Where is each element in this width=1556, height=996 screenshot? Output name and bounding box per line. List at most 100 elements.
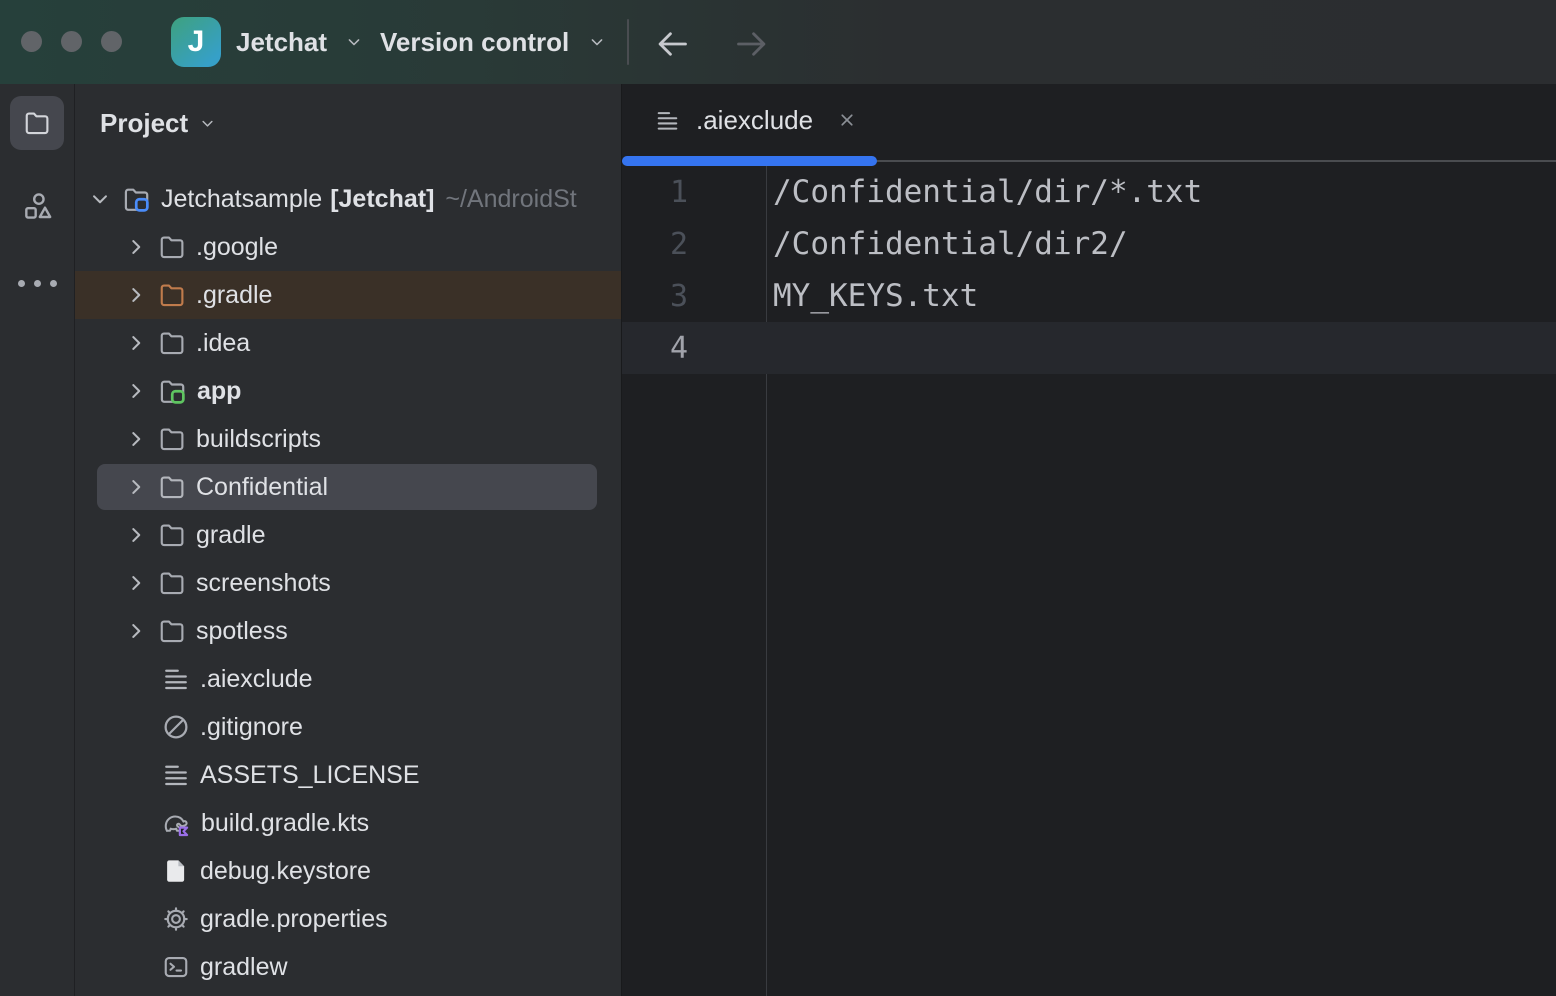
tree-row-google[interactable]: .google — [75, 223, 621, 271]
module-folder-icon — [157, 376, 188, 407]
line-number: 1 — [622, 175, 766, 210]
code-text: MY_KEYS.txt — [766, 278, 978, 314]
project-tool-button[interactable] — [10, 96, 64, 150]
project-tree: Jetchatsample [Jetchat] ~/AndroidSt .goo… — [75, 175, 621, 991]
code-line-current[interactable]: 4 — [622, 322, 1556, 374]
folder-icon — [157, 328, 187, 358]
gradle-kts-file-icon — [161, 808, 192, 839]
window-controls — [21, 31, 122, 52]
vcs-widget[interactable]: Version control — [380, 16, 607, 68]
chevron-right-icon[interactable] — [123, 330, 149, 356]
tree-row-build-gradle-kts[interactable]: build.gradle.kts — [75, 799, 621, 847]
traffic-light-zoom[interactable] — [101, 31, 122, 52]
tree-item-label: debug.keystore — [200, 857, 371, 886]
chevron-right-icon[interactable] — [123, 522, 149, 548]
more-tool-windows-button[interactable] — [10, 256, 64, 310]
gear-icon — [161, 904, 191, 934]
resource-manager-tool-button[interactable] — [10, 178, 64, 232]
editor-content[interactable]: 1 /Confidential/dir/*.txt 2 /Confidentia… — [622, 166, 1556, 374]
chevron-right-icon[interactable] — [123, 234, 149, 260]
tree-row-assets-license[interactable]: ASSETS_LICENSE — [75, 751, 621, 799]
chevron-right-icon[interactable] — [123, 474, 149, 500]
tree-row-screenshots[interactable]: screenshots — [75, 559, 621, 607]
navigate-forward-button[interactable] — [730, 22, 774, 66]
tree-item-label: .gitignore — [200, 713, 303, 742]
line-number: 4 — [622, 331, 766, 366]
chevron-right-icon[interactable] — [123, 570, 149, 596]
tree-row-debug-keystore[interactable]: debug.keystore — [75, 847, 621, 895]
editor-tab-aiexclude[interactable]: .aiexclude — [622, 84, 880, 156]
text-file-icon — [161, 664, 191, 694]
project-path-label: ~/AndroidSt — [445, 185, 576, 214]
tree-item-label: .google — [196, 233, 278, 262]
module-name-label: [Jetchat] — [330, 185, 434, 214]
tree-item-label: .aiexclude — [200, 665, 313, 694]
traffic-light-close[interactable] — [21, 31, 42, 52]
tree-row-gradle-dir[interactable]: .gradle — [75, 271, 621, 319]
tree-item-label: gradlew — [200, 953, 288, 982]
folder-icon — [157, 616, 187, 646]
folder-icon — [157, 424, 187, 454]
folder-icon — [157, 232, 187, 262]
tree-row-root[interactable]: Jetchatsample [Jetchat] ~/AndroidSt — [75, 175, 621, 223]
project-folder-icon — [121, 184, 152, 215]
folder-icon — [157, 472, 187, 502]
code-line[interactable]: 3 MY_KEYS.txt — [622, 270, 1556, 322]
editor-area: .aiexclude 1 /Confidential/dir/*.txt 2 /… — [622, 84, 1556, 996]
tree-row-buildscripts[interactable]: buildscripts — [75, 415, 621, 463]
progress-bar — [622, 156, 877, 166]
chevron-right-icon[interactable] — [123, 426, 149, 452]
tree-item-label: build.gradle.kts — [201, 809, 369, 838]
chevron-down-icon — [344, 32, 364, 52]
tree-item-label: screenshots — [196, 569, 331, 598]
text-file-icon — [654, 107, 681, 134]
vcs-widget-label: Version control — [380, 27, 569, 58]
close-icon — [836, 109, 858, 131]
code-line[interactable]: 2 /Confidential/dir2/ — [622, 218, 1556, 270]
ignore-file-icon — [161, 712, 191, 742]
titlebar-separator — [627, 19, 629, 65]
code-line[interactable]: 1 /Confidential/dir/*.txt — [622, 166, 1556, 218]
folder-icon — [22, 108, 52, 138]
line-number: 2 — [622, 227, 766, 262]
traffic-light-minimize[interactable] — [61, 31, 82, 52]
tree-item-label: .idea — [196, 329, 250, 358]
chevron-right-icon[interactable] — [123, 378, 149, 404]
code-text: /Confidential/dir/*.txt — [766, 174, 1202, 210]
tree-row-confidential[interactable]: Confidential — [75, 463, 621, 511]
tree-row-idea[interactable]: .idea — [75, 319, 621, 367]
tree-item-label: app — [197, 377, 241, 406]
tree-row-gradle[interactable]: gradle — [75, 511, 621, 559]
text-file-icon — [161, 760, 191, 790]
tree-row-gradle-properties[interactable]: gradle.properties — [75, 895, 621, 943]
tree-item-label: spotless — [196, 617, 288, 646]
project-panel: Project Jetchatsample [Jetchat] ~/Androi… — [75, 84, 622, 996]
ellipsis-icon — [18, 280, 57, 287]
title-bar: J Jetchat Version control — [0, 0, 1556, 84]
chevron-right-icon[interactable] — [123, 618, 149, 644]
tree-row-spotless[interactable]: spotless — [75, 607, 621, 655]
tree-item-label: buildscripts — [196, 425, 321, 454]
tab-close-button[interactable] — [836, 109, 858, 131]
folder-icon — [157, 520, 187, 550]
tree-item-label: Jetchatsample — [161, 185, 322, 214]
chevron-down-icon[interactable] — [87, 186, 113, 212]
chevron-down-icon — [587, 32, 607, 52]
project-view-selector[interactable]: Project — [100, 108, 217, 139]
tree-item-label: .gradle — [196, 281, 272, 310]
chevron-down-icon — [198, 114, 217, 133]
tree-item-label: Confidential — [196, 473, 328, 502]
tab-label: .aiexclude — [696, 105, 813, 136]
navigate-back-button[interactable] — [650, 22, 694, 66]
tree-row-gradlew[interactable]: gradlew — [75, 943, 621, 991]
project-name: Jetchat — [236, 27, 327, 58]
tree-row-gitignore[interactable]: .gitignore — [75, 703, 621, 751]
tree-row-app[interactable]: app — [75, 367, 621, 415]
project-widget[interactable]: J Jetchat — [171, 16, 364, 68]
code-text: /Confidential/dir2/ — [766, 226, 1128, 262]
tree-row-aiexclude[interactable]: .aiexclude — [75, 655, 621, 703]
chevron-right-icon[interactable] — [123, 282, 149, 308]
ignored-folder-icon — [157, 280, 187, 310]
arrow-left-icon — [653, 25, 691, 63]
editor-tab-bar: .aiexclude — [622, 84, 1556, 156]
